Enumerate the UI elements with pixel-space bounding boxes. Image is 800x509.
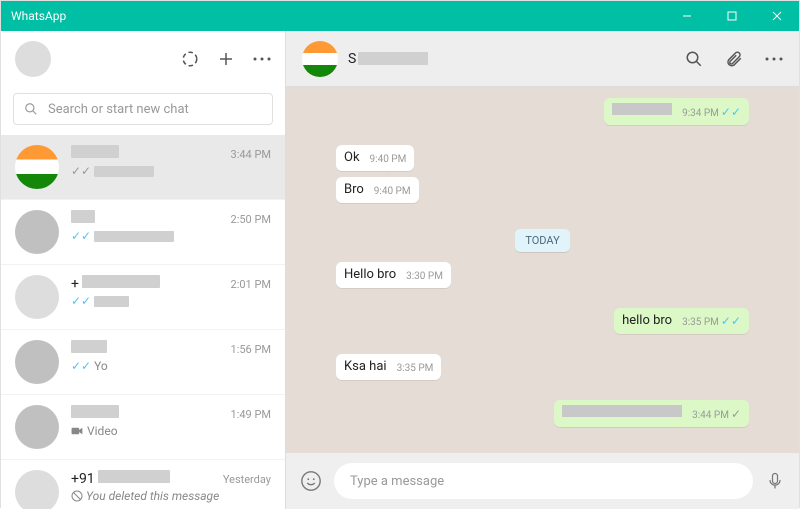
- message-tick-icon: ✓✓: [721, 314, 741, 328]
- chat-name: [71, 340, 107, 357]
- message-text: hello bro: [622, 313, 672, 328]
- chat-time: 1:56 PM: [231, 343, 271, 356]
- sidebar-header: [1, 31, 285, 87]
- chat-avatar: [15, 405, 59, 449]
- titlebar: WhatsApp: [1, 1, 799, 31]
- chat-item[interactable]: +91 Yesterday You deleted this message: [1, 460, 285, 509]
- message-time: 9:34 PM✓✓: [682, 105, 741, 119]
- video-icon: [71, 426, 84, 436]
- message-text: [612, 103, 672, 119]
- message-text: [562, 405, 682, 421]
- read-tick-icon: ✓✓: [71, 229, 91, 243]
- message-text: Hello bro: [344, 267, 396, 282]
- incoming-message[interactable]: Bro 9:40 PM: [336, 177, 419, 203]
- chat-time: 1:49 PM: [231, 408, 271, 421]
- mic-icon[interactable]: [765, 471, 785, 491]
- message-tick-icon: ✓: [731, 407, 741, 421]
- chat-preview: ✓✓: [71, 229, 271, 243]
- window-controls: [664, 1, 799, 31]
- blocked-icon: [71, 490, 83, 502]
- chat-name: [71, 405, 119, 422]
- message-text: Ok: [344, 150, 360, 165]
- incoming-message[interactable]: Ok 9:40 PM: [336, 145, 414, 171]
- conversation-header: S: [286, 31, 799, 87]
- chat-preview: You deleted this message: [71, 489, 271, 503]
- chat-avatar: [15, 340, 59, 384]
- chat-menu-icon[interactable]: [765, 57, 783, 61]
- chat-time: 2:01 PM: [231, 278, 271, 291]
- search-icon: [24, 102, 38, 116]
- chat-avatar: [15, 210, 59, 254]
- chat-name: +: [71, 275, 160, 292]
- chat-avatar: [15, 275, 59, 319]
- message-time: 3:44 PM✓: [692, 407, 741, 421]
- chat-time: 2:50 PM: [231, 213, 271, 226]
- search-input[interactable]: Search or start new chat: [13, 93, 273, 125]
- chat-name: [71, 210, 95, 227]
- chat-time: 3:44 PM: [231, 148, 271, 161]
- chat-preview: ✓✓: [71, 164, 271, 178]
- new-chat-icon[interactable]: [217, 50, 235, 68]
- date-divider: TODAY: [515, 229, 569, 252]
- my-avatar[interactable]: [15, 41, 51, 77]
- chat-item[interactable]: 3:44 PM ✓✓: [1, 135, 285, 200]
- chat-time: Yesterday: [223, 473, 271, 486]
- chat-item[interactable]: 1:49 PM Video: [1, 395, 285, 460]
- contact-avatar[interactable]: [302, 41, 338, 77]
- composer: Type a message: [286, 453, 799, 509]
- chat-preview: Video: [71, 424, 271, 438]
- message-text: Bro: [344, 182, 364, 197]
- sidebar: Search or start new chat 3:44 PM✓✓2:50 P…: [1, 31, 286, 509]
- chat-avatar: [15, 470, 59, 509]
- emoji-icon[interactable]: [300, 470, 322, 492]
- message-time: 9:40 PM: [374, 186, 411, 197]
- message-time: 3:30 PM: [406, 271, 443, 282]
- minimize-button[interactable]: [664, 1, 709, 31]
- chat-avatar: [15, 145, 59, 189]
- menu-icon[interactable]: [253, 57, 271, 61]
- message-list: 1/31/2019Hello9:33 PMBro9:33 PM9:34 PM✓✓…: [286, 87, 799, 453]
- message-time: 3:35 PM: [397, 363, 434, 374]
- chat-name: +91: [71, 470, 170, 487]
- status-icon[interactable]: [181, 50, 199, 68]
- message-input[interactable]: Type a message: [334, 463, 753, 499]
- chat-item[interactable]: 1:56 PM ✓✓Yo: [1, 330, 285, 395]
- message-time: 3:35 PM✓✓: [682, 314, 741, 328]
- app-title: WhatsApp: [11, 9, 66, 23]
- chat-name: [71, 145, 119, 162]
- read-tick-icon: ✓✓: [71, 359, 91, 373]
- read-tick-icon: ✓✓: [71, 294, 91, 308]
- outgoing-message[interactable]: hello bro 3:35 PM✓✓: [614, 308, 749, 334]
- outgoing-message[interactable]: 9:34 PM✓✓: [604, 98, 749, 125]
- chat-item[interactable]: + 2:01 PM ✓✓: [1, 265, 285, 330]
- read-tick-icon: ✓✓: [71, 164, 91, 178]
- chat-item[interactable]: 2:50 PM ✓✓: [1, 200, 285, 265]
- chat-preview: ✓✓: [71, 294, 271, 308]
- incoming-message[interactable]: Ksa hai 3:35 PM: [336, 354, 441, 380]
- maximize-button[interactable]: [709, 1, 754, 31]
- message-text: Ksa hai: [344, 359, 387, 374]
- close-button[interactable]: [754, 1, 799, 31]
- message-time: 9:40 PM: [370, 154, 407, 165]
- search-in-chat-icon[interactable]: [685, 50, 703, 68]
- contact-name: S: [348, 51, 428, 67]
- attach-icon[interactable]: [725, 50, 743, 68]
- message-tick-icon: ✓✓: [721, 105, 741, 119]
- conversation-pane: S 1/31/2019Hello9:33 PMBro9:33 PM9:34 PM…: [286, 31, 799, 509]
- search-placeholder: Search or start new chat: [48, 102, 189, 117]
- chat-preview: ✓✓Yo: [71, 359, 271, 373]
- outgoing-message[interactable]: 3:44 PM✓: [554, 400, 749, 427]
- chat-list: 3:44 PM✓✓2:50 PM✓✓+ 2:01 PM✓✓1:56 PM✓✓Yo…: [1, 135, 285, 509]
- incoming-message[interactable]: Hello bro 3:30 PM: [336, 262, 451, 288]
